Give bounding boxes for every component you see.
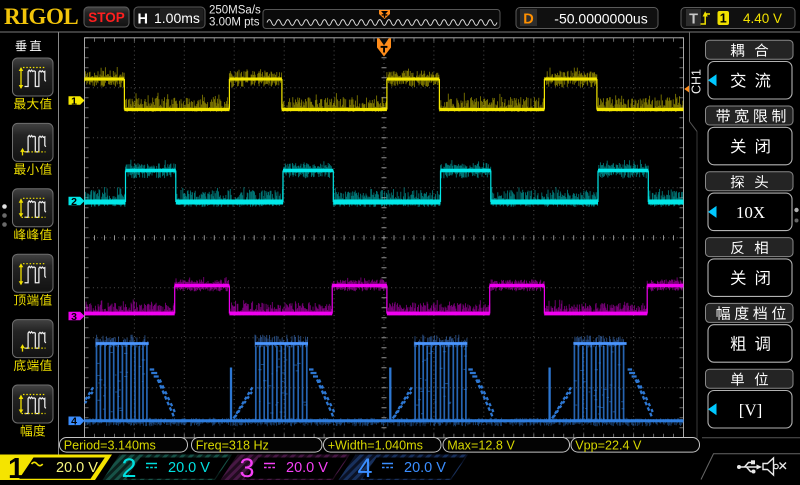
svg-text:2: 2 — [122, 453, 137, 480]
svg-text:3: 3 — [71, 311, 77, 323]
svg-text:20.0 V: 20.0 V — [404, 460, 446, 476]
svg-text:4: 4 — [71, 416, 77, 428]
svg-text:D: D — [523, 12, 533, 28]
svg-text:-50.0000000us: -50.0000000us — [554, 10, 647, 26]
svg-text:3: 3 — [240, 453, 255, 480]
svg-text:20.0 V: 20.0 V — [168, 460, 210, 476]
svg-text:RIGOL: RIGOL — [4, 4, 78, 29]
svg-text:250MSa/s: 250MSa/s — [209, 5, 261, 17]
svg-text:T: T — [689, 12, 698, 28]
svg-text:4: 4 — [358, 453, 373, 480]
svg-text:2: 2 — [71, 196, 77, 208]
svg-text:20.0 V: 20.0 V — [56, 460, 98, 476]
svg-text:1: 1 — [8, 453, 24, 480]
svg-text:4.40 V: 4.40 V — [743, 11, 782, 26]
svg-text:10X: 10X — [736, 203, 765, 222]
svg-text:+Width=1.040ms: +Width=1.040ms — [328, 438, 423, 452]
svg-text:1: 1 — [71, 95, 77, 107]
svg-text:1: 1 — [720, 12, 727, 26]
svg-text:Max=12.8 V: Max=12.8 V — [447, 438, 515, 452]
svg-text:Period=3.140ms: Period=3.140ms — [64, 438, 156, 452]
svg-text:Freq=318 Hz: Freq=318 Hz — [196, 438, 269, 452]
svg-text:CH1: CH1 — [690, 69, 704, 94]
svg-text:H: H — [138, 11, 148, 27]
svg-text:[V]: [V] — [739, 400, 763, 419]
svg-text:1.00ms: 1.00ms — [154, 10, 200, 26]
svg-text:STOP: STOP — [88, 10, 125, 25]
svg-text:Vpp=22.4 V: Vpp=22.4 V — [575, 438, 642, 452]
svg-text:20.0 V: 20.0 V — [286, 460, 328, 476]
svg-text:3.00M pts: 3.00M pts — [209, 17, 260, 29]
